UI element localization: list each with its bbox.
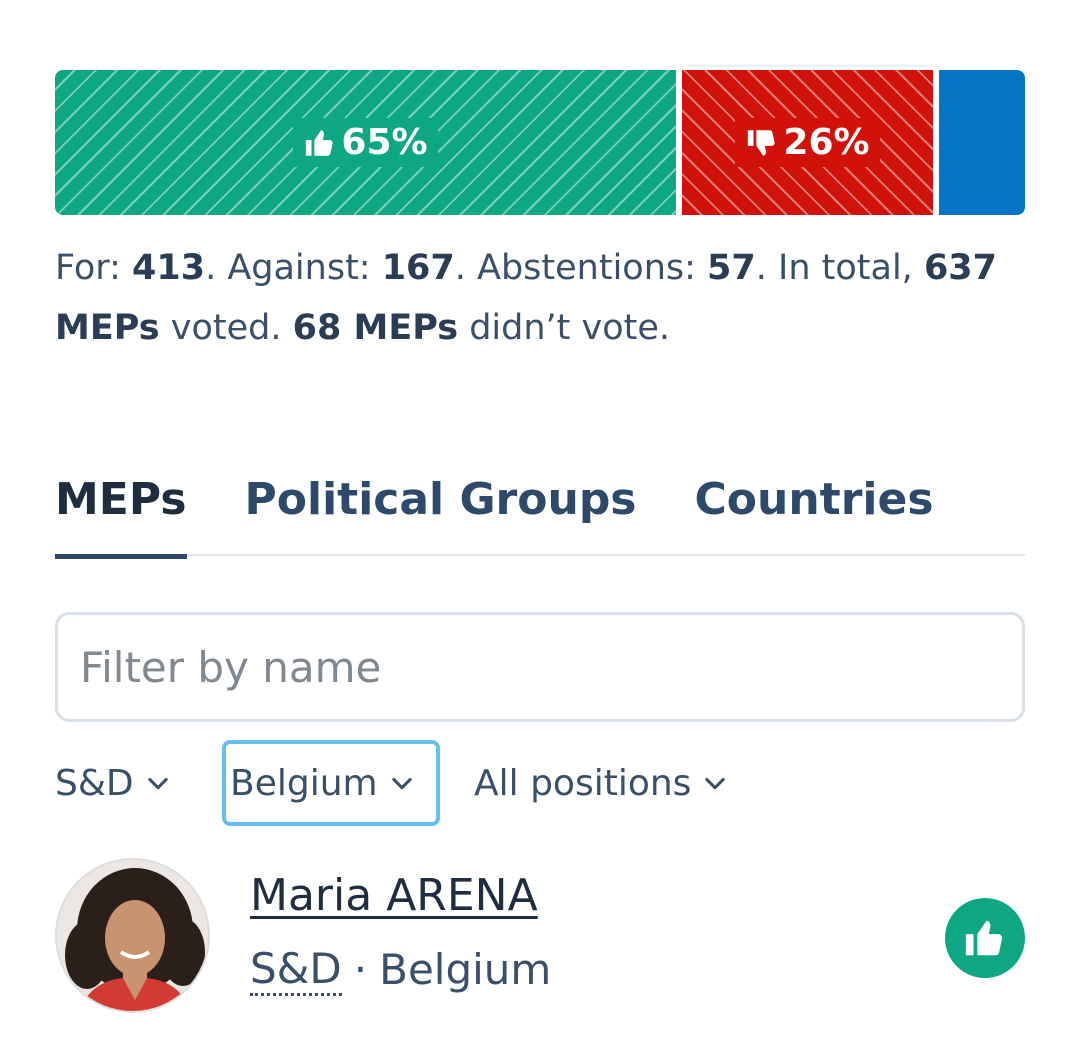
against-count: 167 [381, 248, 455, 288]
vote-summary: For: 413. Against: 167. Abstentions: 57.… [55, 238, 1025, 358]
mep-country: Belgium [379, 945, 552, 994]
thumbs-up-icon [306, 129, 334, 156]
not-voted-count: 68 MEPs [292, 308, 459, 348]
against-label: 26% [735, 118, 880, 167]
tab-meps[interactable]: MEPs [55, 462, 187, 559]
for-count: 413 [132, 248, 206, 288]
mep-meta: S&D · Belgium [250, 945, 551, 996]
avatar-portrait [57, 860, 208, 1011]
for-percent: 65% [341, 122, 428, 163]
filter-by-name-input[interactable] [55, 612, 1025, 722]
for-segment: 65% [55, 70, 676, 215]
abstentions-text: . Abstentions: [454, 248, 708, 288]
country-dropdown-label: Belgium [230, 762, 378, 804]
mep-group-abbr[interactable]: S&D [250, 945, 342, 996]
abstentions-count: 57 [707, 248, 756, 288]
against-text: . Against: [205, 248, 382, 288]
thumbs-down-icon [748, 129, 776, 156]
against-segment: 26% [682, 70, 933, 215]
chevron-down-icon [391, 777, 412, 790]
chevron-down-icon [147, 777, 168, 790]
group-dropdown[interactable]: S&D [55, 740, 172, 826]
country-dropdown[interactable]: Belgium [222, 740, 440, 826]
thumbs-up-icon [965, 920, 1003, 956]
abstention-segment [939, 70, 1025, 215]
vote-result-bar: 65% 26% [55, 70, 1025, 215]
tab-political-groups[interactable]: Political Groups [245, 462, 637, 556]
for-label: 65% [293, 118, 438, 167]
group-dropdown-label: S&D [55, 762, 134, 804]
total-text: . In total, [755, 248, 924, 288]
voted-text: voted. [159, 308, 293, 348]
not-voted-text: didn’t vote. [458, 308, 671, 348]
tab-bar: MEPs Political Groups Countries [55, 462, 1025, 559]
mep-avatar [55, 858, 210, 1013]
against-percent: 26% [783, 122, 870, 163]
tab-countries[interactable]: Countries [695, 462, 934, 556]
mep-name-link[interactable]: Maria ARENA [250, 870, 538, 921]
vote-position-badge [945, 898, 1025, 978]
position-dropdown-label: All positions [474, 762, 692, 804]
for-text: For: [55, 248, 132, 288]
position-dropdown[interactable]: All positions [474, 740, 729, 826]
meta-separator: · [353, 945, 368, 994]
chevron-down-icon [705, 777, 726, 790]
